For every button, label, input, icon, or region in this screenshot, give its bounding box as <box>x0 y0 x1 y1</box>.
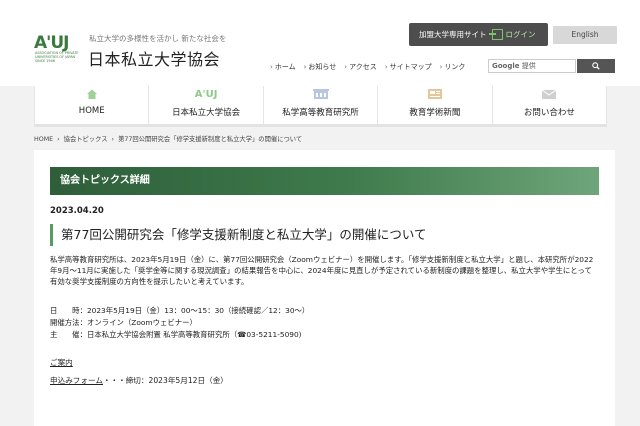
magnifier-icon <box>592 61 600 70</box>
nav-item-home[interactable]: HOME <box>34 86 148 124</box>
breadcrumb-separator: › <box>111 136 115 143</box>
application-form-link[interactable]: 申込みフォーム <box>50 376 103 385</box>
member-site-label: 加盟大学専用サイト <box>419 30 487 39</box>
global-nav: HOME A'UJ 日本私立大学協会 私学高等教育研究所 教育学術新聞 お問い合… <box>34 86 608 124</box>
building-icon <box>264 88 377 101</box>
login-label: ログイン <box>505 30 536 39</box>
util-link-sitemap[interactable]: サイトマップ <box>385 62 432 72</box>
nav-item-contact[interactable]: お問い合わせ <box>491 86 608 124</box>
login-icon <box>488 29 503 40</box>
section-heading: 協会トピックス詳細 <box>50 167 599 195</box>
application-line: 申込みフォーム・・・締切：2023年5月12日（金） <box>50 375 228 386</box>
breadcrumb-topics[interactable]: 協会トピックス <box>64 136 108 143</box>
event-method: 開催方法：オンライン（Zoomウェビナー） <box>50 318 197 327</box>
breadcrumb-home[interactable]: HOME <box>34 136 53 143</box>
search-brand: Google <box>492 62 520 70</box>
util-link-home[interactable]: ホーム <box>270 62 296 72</box>
utility-links: ホーム お知らせ アクセス サイトマップ リンク <box>270 62 466 72</box>
nav-label-newspaper: 教育学術新聞 <box>409 108 461 118</box>
breadcrumb-separator: › <box>57 136 60 143</box>
breadcrumb-current: 第77回公開研究会「修学支援新制度と私立大学」の開催について <box>118 136 303 143</box>
auj-logo-icon: A'UJ <box>194 89 218 100</box>
application-deadline: ・・・締切：2023年5月12日（金） <box>102 376 228 385</box>
english-button[interactable]: English <box>553 26 617 44</box>
nav-underline <box>34 124 607 127</box>
util-link-access[interactable]: アクセス <box>344 62 377 72</box>
search-suffix: 提供 <box>521 62 536 70</box>
guide-link[interactable]: ご案内 <box>50 357 73 368</box>
nav-label-research-institute: 私学高等教育研究所 <box>282 108 359 118</box>
search-button[interactable] <box>577 59 615 73</box>
site-title[interactable]: 日本私立大学協会 <box>88 46 220 70</box>
nav-label-home: HOME <box>78 106 105 116</box>
post-date: 2023.04.20 <box>50 206 104 216</box>
util-link-news[interactable]: お知らせ <box>304 62 336 72</box>
article-container: 協会トピックス詳細 2023.04.20 第77回公開研究会「修学支援新制度と私… <box>34 150 615 426</box>
search-input[interactable]: Google 提供 <box>488 59 576 73</box>
event-info: 日 時：2023年5月19日（金）13：00～15：30（接続確認／12：30～… <box>50 305 599 341</box>
util-link-links[interactable]: リンク <box>440 62 465 72</box>
logo-abbr: A'UJ <box>34 33 69 53</box>
envelope-icon <box>493 88 606 101</box>
nav-label-contact: お問い合わせ <box>523 108 575 118</box>
member-login-button[interactable]: 加盟大学専用サイト ログイン <box>409 23 548 46</box>
nav-label-association: 日本私立大学協会 <box>172 108 241 118</box>
nav-item-newspaper[interactable]: 教育学術新聞 <box>377 86 491 124</box>
event-schedule: 日 時：2023年5月19日（金）13：00～15：30（接続確認／12：30～… <box>50 306 310 315</box>
breadcrumb: HOME › 協会トピックス › 第77回公開研究会「修学支援新制度と私立大学」の開催に… <box>34 134 302 143</box>
site-header: A'UJ ASSOCIATION OF PRIVATE UNIVERSITIES… <box>0 0 640 86</box>
nav-item-research-institute[interactable]: 私学高等教育研究所 <box>262 86 377 124</box>
nav-item-association[interactable]: A'UJ 日本私立大学協会 <box>148 86 262 124</box>
post-title: 第77回公開研究会「修学支援新制度と私立大学」の開催について <box>50 224 599 246</box>
newspaper-icon <box>378 88 491 101</box>
post-body: 私学高等教育研究所は、2023年5月19日（金）に、第77回公開研究会（Zoom… <box>50 255 594 286</box>
auj-logo[interactable]: A'UJ ASSOCIATION OF PRIVATE UNIVERSITIES… <box>34 33 80 71</box>
house-icon <box>35 88 148 101</box>
site-tagline: 私立大学の多様性を活かし 新たな社会を <box>89 34 227 43</box>
logo-subtitle: ASSOCIATION OF PRIVATE UNIVERSITIES OF J… <box>35 51 79 64</box>
event-host: 主 催：日本私立大学協会附置 私学高等教育研究所（☎03-5211-5090) <box>50 330 302 339</box>
